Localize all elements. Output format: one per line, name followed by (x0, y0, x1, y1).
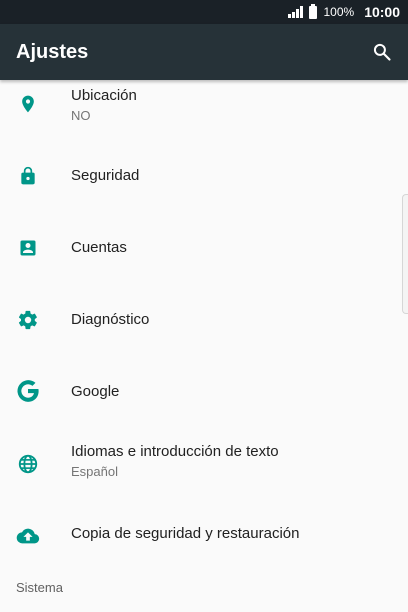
globe-icon (16, 452, 40, 476)
settings-item-label: Seguridad (71, 167, 140, 184)
settings-item-languages[interactable]: Idiomas e introducción de texto Español (0, 428, 408, 500)
settings-item-google[interactable]: Google (0, 356, 408, 428)
gear-icon (16, 308, 40, 332)
settings-item-label: Copia de seguridad y restauración (71, 525, 300, 542)
settings-item-label: Google (71, 383, 120, 400)
battery-icon (309, 3, 318, 19)
clock: 10:00 (364, 4, 400, 20)
signal-icon (288, 6, 304, 18)
settings-item-label: Cuentas (71, 239, 127, 256)
scrollbar-handle[interactable] (402, 194, 408, 314)
settings-item-summary: NO (71, 108, 91, 123)
cloud-upload-icon (16, 524, 40, 548)
settings-item-summary: Español (71, 464, 118, 479)
search-icon (373, 43, 391, 61)
page-title: Ajustes (16, 40, 89, 63)
settings-item-location[interactable]: Ubicación NO (0, 80, 408, 128)
account-box-icon (16, 236, 40, 260)
settings-list: Ubicación NO Seguridad Cuentas Diagnósti… (0, 80, 408, 612)
section-header-system: Sistema (16, 580, 63, 595)
battery-percent: 100% (323, 5, 355, 19)
status-bar: 100% 10:00 (0, 0, 408, 24)
settings-item-diagnostics[interactable]: Diagnóstico (0, 284, 408, 356)
google-icon (15, 378, 41, 404)
lock-icon (16, 164, 40, 188)
settings-item-backup[interactable]: Copia de seguridad y restauración (0, 500, 408, 572)
location-pin-icon (16, 92, 40, 116)
app-bar: Ajustes (0, 24, 408, 80)
settings-item-label: Ubicación (71, 87, 137, 104)
settings-item-security[interactable]: Seguridad (0, 140, 408, 212)
settings-item-accounts[interactable]: Cuentas (0, 212, 408, 284)
settings-item-label: Idiomas e introducción de texto (71, 443, 279, 460)
search-button[interactable] (370, 40, 394, 64)
settings-item-label: Diagnóstico (71, 311, 150, 328)
